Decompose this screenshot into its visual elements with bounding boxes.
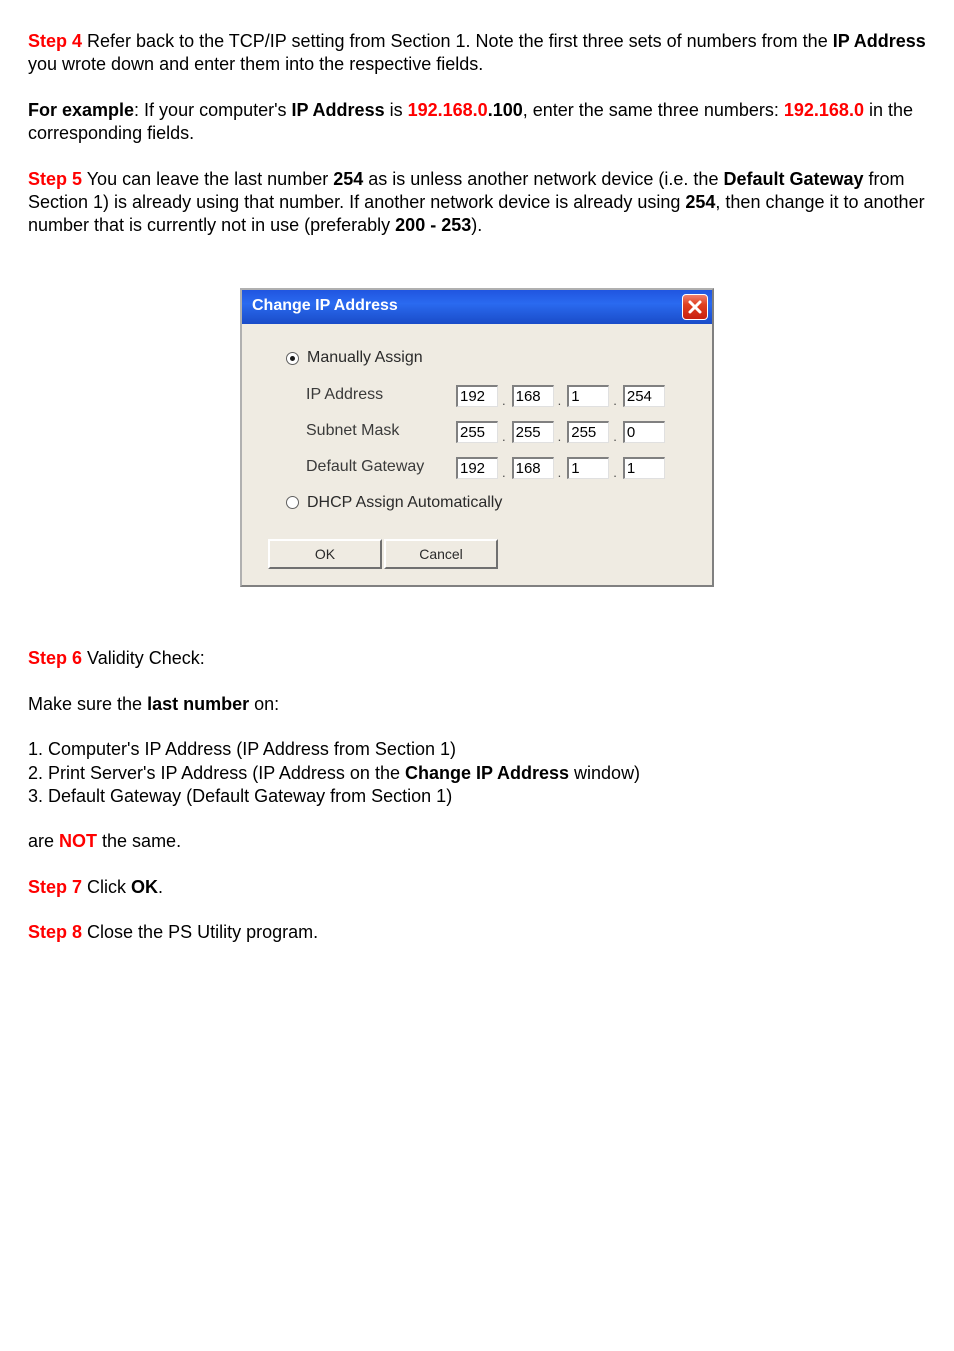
list-item-2a: 2. Print Server's IP Address (IP Address… [28, 763, 405, 783]
dot-icon: . [613, 393, 617, 410]
example-ipaddress-bold: IP Address [292, 100, 385, 120]
make-sure-b: on: [249, 694, 279, 714]
ip-octet-2[interactable] [512, 385, 554, 407]
example-text-b: is [385, 100, 408, 120]
list-item-2b: Change IP Address [405, 763, 569, 783]
subnet-mask-inputs: . . . [456, 421, 665, 443]
step7-text-b: . [158, 877, 163, 897]
gw-octet-1[interactable] [456, 457, 498, 479]
cancel-button[interactable]: Cancel [384, 539, 498, 569]
step8-text: Close the PS Utility program. [82, 922, 318, 942]
step6-text: Validity Check: [82, 648, 205, 668]
step5-254: 254 [333, 169, 363, 189]
step5-text-a: You can leave the last number [82, 169, 333, 189]
not-text: NOT [59, 831, 97, 851]
dialog-body: Manually Assign IP Address . . . Subnet … [242, 324, 712, 530]
example-text-c: , enter the same three numbers: [523, 100, 784, 120]
ip-address-row: IP Address . . . [268, 385, 686, 407]
dialog-title: Change IP Address [252, 296, 398, 317]
list-item-3: 3. Default Gateway (Default Gateway from… [28, 785, 926, 808]
mask-octet-1[interactable] [456, 421, 498, 443]
step8-label: Step 8 [28, 922, 82, 942]
ip-octet-3[interactable] [567, 385, 609, 407]
step5-text-b: as is unless another network device (i.e… [363, 169, 723, 189]
step7-text-a: Click [82, 877, 131, 897]
dot-icon: . [558, 393, 562, 410]
step5-text-e: ). [471, 215, 482, 235]
example-text-a: : If your computer's [134, 100, 292, 120]
step7-ok: OK [131, 877, 158, 897]
dot-icon: . [613, 429, 617, 446]
make-sure-paragraph: Make sure the last number on: [28, 693, 926, 716]
example-red-three: 192.168.0 [408, 100, 488, 120]
step4-label: Step 4 [28, 31, 82, 51]
dot-icon: . [613, 465, 617, 482]
dot-icon: . [558, 429, 562, 446]
step5-paragraph: Step 5 You can leave the last number 254… [28, 168, 926, 238]
make-sure-a: Make sure the [28, 694, 147, 714]
are-text: are [28, 831, 59, 851]
default-gateway-row: Default Gateway . . . [268, 457, 686, 479]
gw-octet-2[interactable] [512, 457, 554, 479]
step5-254-2: 254 [685, 192, 715, 212]
dot-icon: . [502, 465, 506, 482]
close-icon [687, 299, 703, 315]
dialog-titlebar: Change IP Address [242, 290, 712, 324]
ip-octet-1[interactable] [456, 385, 498, 407]
step7-paragraph: Step 7 Click OK. [28, 876, 926, 899]
dot-icon: . [558, 465, 562, 482]
radio-dhcp-label: DHCP Assign Automatically [307, 493, 502, 514]
gw-octet-4[interactable] [623, 457, 665, 479]
list-item-1: 1. Computer's IP Address (IP Address fro… [28, 738, 926, 761]
close-button[interactable] [682, 294, 708, 320]
radio-manual-label: Manually Assign [307, 348, 423, 369]
mask-octet-2[interactable] [512, 421, 554, 443]
subnet-mask-row: Subnet Mask . . . [268, 421, 686, 443]
are-not-same: are NOT the same. [28, 830, 926, 853]
ok-button[interactable]: OK [268, 539, 382, 569]
list-item-2c: window) [569, 763, 640, 783]
step5-label: Step 5 [28, 169, 82, 189]
mask-octet-4[interactable] [623, 421, 665, 443]
ip-address-label: IP Address [306, 385, 456, 406]
step5-dg-bold: Default Gateway [723, 169, 863, 189]
gateway-inputs: . . . [456, 457, 665, 479]
validity-list: 1. Computer's IP Address (IP Address fro… [28, 738, 926, 808]
gw-octet-3[interactable] [567, 457, 609, 479]
mask-octet-3[interactable] [567, 421, 609, 443]
step4-text-b: you wrote down and enter them into the r… [28, 54, 483, 74]
radio-selected-icon [286, 352, 299, 365]
subnet-mask-label: Subnet Mask [306, 421, 456, 442]
example-prefix: For example [28, 100, 134, 120]
ip-octet-4[interactable] [623, 385, 665, 407]
example-red-three-2: 192.168.0 [784, 100, 864, 120]
radio-manually-assign[interactable]: Manually Assign [268, 348, 686, 369]
dialog-buttons: OK Cancel [242, 529, 712, 585]
ok-button-label: OK [315, 545, 335, 563]
ip-address-inputs: . . . [456, 385, 665, 407]
step8-paragraph: Step 8 Close the PS Utility program. [28, 921, 926, 944]
example-dot100: .100 [488, 100, 523, 120]
step6-label: Step 6 [28, 648, 82, 668]
step4-paragraph: Step 4 Refer back to the TCP/IP setting … [28, 30, 926, 77]
step4-text-a: Refer back to the TCP/IP setting from Se… [82, 31, 833, 51]
last-number-bold: last number [147, 694, 249, 714]
dot-icon: . [502, 393, 506, 410]
cancel-button-label: Cancel [419, 545, 463, 563]
list-item-2: 2. Print Server's IP Address (IP Address… [28, 762, 926, 785]
step6-paragraph: Step 6 Validity Check: [28, 647, 926, 670]
dialog-wrapper: Change IP Address Manually Assign IP Add… [28, 288, 926, 588]
step5-range: 200 - 253 [395, 215, 471, 235]
step7-label: Step 7 [28, 877, 82, 897]
the-same-text: the same. [97, 831, 181, 851]
example-paragraph: For example: If your computer's IP Addre… [28, 99, 926, 146]
default-gateway-label: Default Gateway [306, 457, 456, 478]
radio-dhcp-auto[interactable]: DHCP Assign Automatically [268, 493, 686, 514]
change-ip-dialog: Change IP Address Manually Assign IP Add… [240, 288, 714, 588]
dot-icon: . [502, 429, 506, 446]
step4-ipaddress-bold: IP Address [833, 31, 926, 51]
radio-unselected-icon [286, 496, 299, 509]
